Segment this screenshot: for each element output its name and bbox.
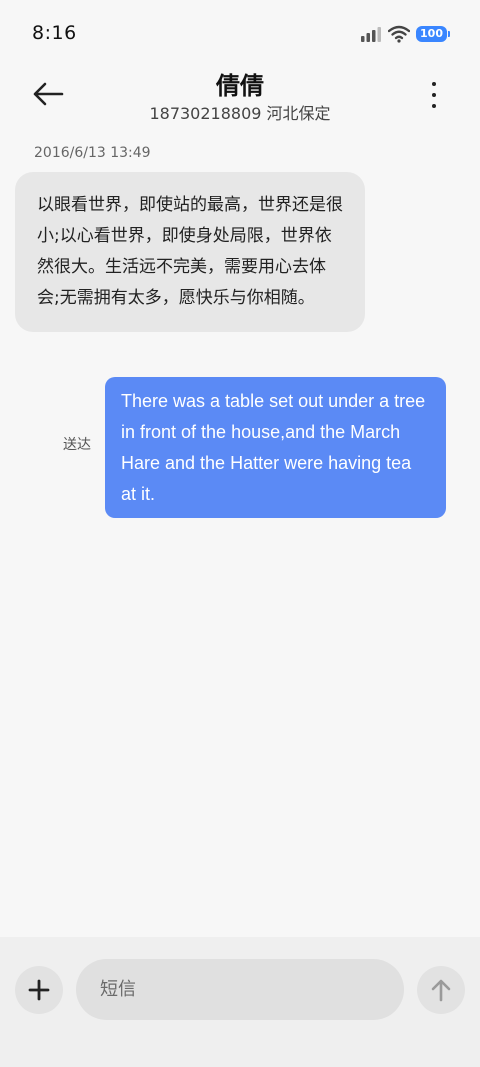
outgoing-message-bubble[interactable]: There was a table set out under a tree i… bbox=[105, 377, 446, 518]
wifi-icon bbox=[388, 25, 411, 43]
more-vertical-icon bbox=[432, 82, 436, 86]
delivery-status: 送达 bbox=[63, 437, 91, 453]
clock: 8:16 bbox=[32, 22, 77, 44]
message-composer bbox=[0, 937, 480, 1067]
status-icons: 100 bbox=[360, 22, 450, 46]
more-dot bbox=[432, 104, 436, 108]
battery-cap bbox=[448, 31, 450, 37]
arrow-up-icon bbox=[431, 979, 451, 1002]
battery-level: 100 bbox=[416, 26, 447, 42]
incoming-message-bubble[interactable]: 以眼看世界，即使站的最高，世界还是很小;以心看世界，即使身处局限，世界依然很大。… bbox=[15, 172, 365, 332]
status-bar: 8:16 100 bbox=[0, 0, 480, 68]
message-input[interactable] bbox=[76, 959, 404, 1020]
more-options-button[interactable] bbox=[422, 78, 446, 112]
contact-subtitle: 18730218809 河北保定 bbox=[149, 104, 331, 123]
plus-icon bbox=[28, 979, 50, 1001]
more-dot bbox=[432, 93, 436, 97]
battery-indicator: 100 bbox=[416, 26, 450, 42]
contact-name[interactable]: 倩倩 bbox=[0, 66, 480, 101]
message-timestamp: 2016/6/13 13:49 bbox=[34, 145, 151, 161]
conversation-header: 倩倩 18730218809 河北保定 bbox=[0, 60, 480, 130]
send-button[interactable] bbox=[417, 966, 465, 1014]
add-attachment-button[interactable] bbox=[15, 966, 63, 1014]
cellular-signal-icon bbox=[361, 27, 382, 42]
